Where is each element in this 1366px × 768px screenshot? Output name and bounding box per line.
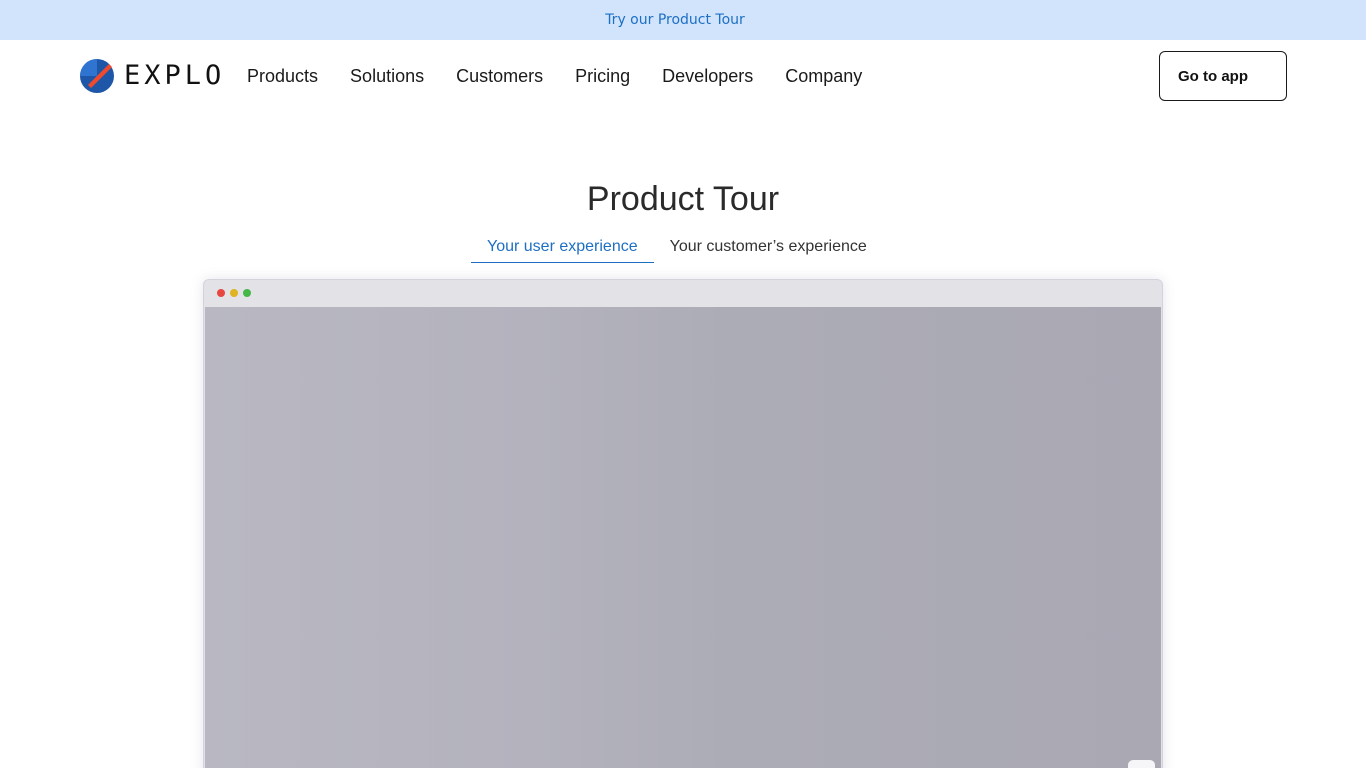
- main-nav: Products Solutions Customers Pricing Dev…: [247, 40, 894, 112]
- explo-logo[interactable]: EXPLO: [79, 58, 225, 94]
- explo-logo-icon: [80, 59, 114, 93]
- window-minimize-dot-icon: [230, 289, 238, 297]
- tab-user-experience[interactable]: Your user experience: [471, 238, 654, 263]
- product-tour-embed[interactable]: [205, 307, 1161, 768]
- window-maximize-dot-icon: [243, 289, 251, 297]
- experience-tabs: Your user experience Your customer’s exp…: [471, 238, 883, 263]
- tab-customer-experience[interactable]: Your customer’s experience: [654, 238, 883, 263]
- nav-customers[interactable]: Customers: [456, 66, 543, 87]
- page-title: Product Tour: [586, 180, 780, 218]
- top-navigation: EXPLO Products Solutions Customers Prici…: [0, 40, 1366, 112]
- window-close-dot-icon: [217, 289, 225, 297]
- nav-developers[interactable]: Developers: [662, 66, 753, 87]
- go-to-app-button[interactable]: Go to app: [1159, 51, 1287, 101]
- nav-products[interactable]: Products: [247, 66, 318, 87]
- nav-pricing[interactable]: Pricing: [575, 66, 630, 87]
- logo-wordmark: EXPLO: [124, 60, 226, 91]
- tour-widget-button[interactable]: [1128, 760, 1155, 768]
- nav-company[interactable]: Company: [785, 66, 862, 87]
- promo-banner: Try our Product Tour: [0, 0, 1366, 40]
- product-tour-browser-frame: [203, 279, 1163, 768]
- product-tour-link[interactable]: Try our Product Tour: [605, 12, 745, 28]
- nav-solutions[interactable]: Solutions: [350, 66, 424, 87]
- browser-title-bar: [204, 280, 1162, 307]
